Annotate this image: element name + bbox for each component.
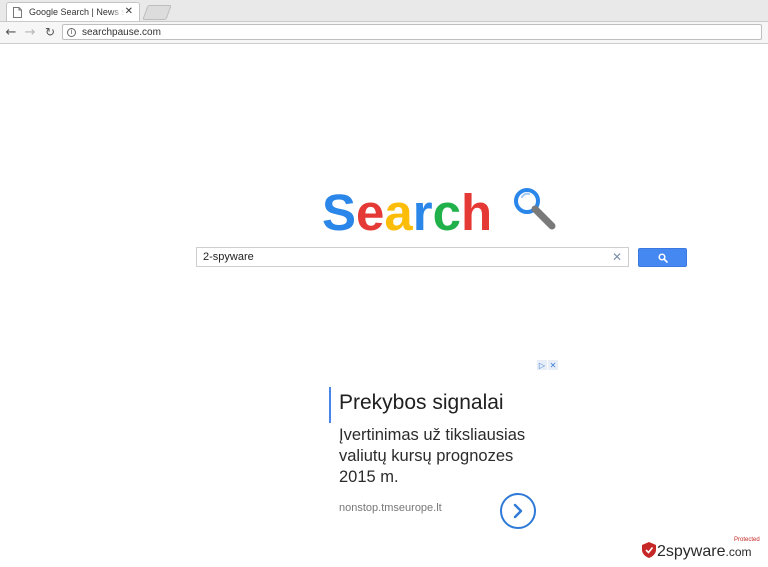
- reload-button[interactable]: ↻: [42, 24, 58, 40]
- forward-button[interactable]: →: [22, 24, 38, 40]
- logo-letter: c: [432, 184, 462, 241]
- ad-arrow-button[interactable]: [500, 493, 536, 529]
- ad-description-line: 2015 m.: [339, 468, 399, 486]
- page-icon: [13, 6, 22, 18]
- tab-title: Google Search | News se: [28, 7, 125, 17]
- logo-letter: h: [461, 184, 493, 241]
- watermark-suffix: .com: [725, 545, 752, 559]
- watermark-subtext: Protected: [734, 537, 760, 543]
- logo-letter: e: [356, 184, 385, 241]
- close-icon[interactable]: ✕: [548, 360, 558, 370]
- adchoices-icon[interactable]: ▷: [537, 360, 547, 370]
- magnifier-icon: [514, 188, 556, 230]
- ad-description-line: Įvertinimas už tiksliausias: [339, 426, 526, 444]
- shield-icon: [642, 542, 656, 558]
- new-tab-button[interactable]: [142, 5, 172, 20]
- ad-description: Įvertinimas už tiksliausias valiutų kurs…: [339, 425, 559, 488]
- url-text[interactable]: searchpause.com: [82, 27, 161, 38]
- logo-letter: r: [412, 184, 433, 241]
- search-logo: Search: [322, 178, 556, 238]
- ad-description-line: valiutų kursų prognozes: [339, 447, 514, 465]
- info-icon[interactable]: i: [67, 27, 76, 37]
- address-bar[interactable]: i searchpause.com: [62, 24, 762, 40]
- search-box: ✕: [196, 247, 629, 267]
- clear-icon[interactable]: ✕: [612, 250, 622, 264]
- search-icon: [657, 252, 668, 263]
- tab-close-icon[interactable]: ✕: [125, 7, 133, 17]
- search-button[interactable]: [638, 248, 687, 267]
- ad-display-url[interactable]: nonstop.tmseurope.lt: [339, 502, 442, 514]
- chevron-right-icon: [513, 503, 523, 519]
- search-input[interactable]: [203, 251, 612, 263]
- watermark-text: 2spyware: [657, 543, 726, 560]
- logo-letter: a: [384, 184, 413, 241]
- ad-title[interactable]: Prekybos signalai: [339, 391, 504, 415]
- ad-accent-bar: [329, 387, 331, 423]
- browser-toolbar: ← → ↻ i searchpause.com: [0, 22, 768, 44]
- back-button[interactable]: ←: [3, 24, 19, 40]
- logo-text: Search: [322, 187, 492, 238]
- browser-tab[interactable]: Google Search | News se ✕: [6, 2, 140, 21]
- tab-strip: Google Search | News se ✕: [0, 0, 768, 22]
- watermark: 2spyware .com Protected: [642, 537, 760, 561]
- adchoices[interactable]: ▷ ✕: [537, 360, 558, 371]
- logo-letter: S: [322, 184, 357, 241]
